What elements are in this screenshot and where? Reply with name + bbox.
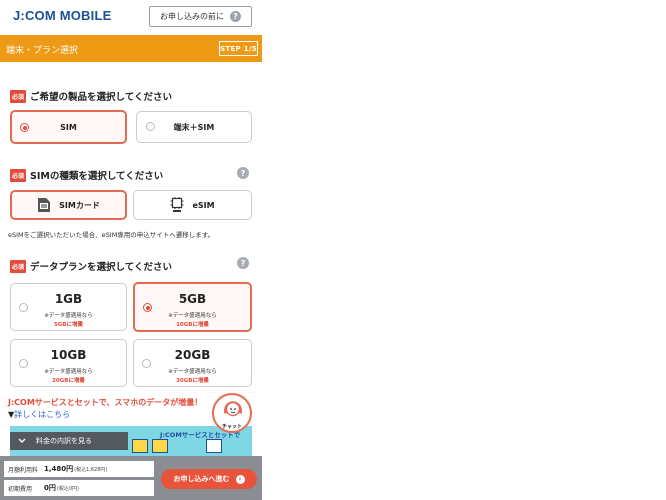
product-option-sim[interactable]: SIM <box>10 110 127 144</box>
required-badge: 必須 <box>10 259 27 273</box>
required-badge: 必須 <box>10 168 27 182</box>
esim-chip-icon <box>170 197 184 212</box>
plan-gb: 20GB <box>174 348 211 362</box>
radio-selected-icon[interactable] <box>20 123 29 132</box>
sim-option-card[interactable]: SIMカード <box>10 190 127 220</box>
plan-upgrade: 30GBに増量 <box>176 378 209 384</box>
plan-option-20gb[interactable]: 20GB ※データ盛適用なら 30GBに増量 <box>133 339 252 387</box>
plan-gb: 5GB <box>178 292 207 306</box>
proceed-label: お申し込みへ進む <box>173 475 230 483</box>
plan-upgrade: 10GBに増量 <box>176 322 209 328</box>
esim-option-card[interactable]: eSIM <box>133 190 252 220</box>
sim-type-question-text: SIMの種類を選択してください <box>30 171 164 182</box>
step-bar: 端末・プラン選択 STEP 1/5 <box>0 35 262 62</box>
before-apply-label: お申し込みの前に <box>160 12 224 21</box>
product-option-label: 端末＋SIM <box>173 122 215 132</box>
details-link-label: 詳しくはこちら <box>14 410 71 419</box>
plan-option-1gb[interactable]: 1GB ※データ盛適用なら 5GBに増量 <box>10 283 127 331</box>
required-badge: 必須 <box>10 89 27 103</box>
app-screen: J:COM MOBILE お申し込みの前に ? 端末・プラン選択 STEP 1/… <box>0 0 262 500</box>
plan-question: 必須 データプランを選択してください <box>10 259 172 273</box>
question-icon: ? <box>230 11 241 22</box>
plan-sub: ※データ盛適用なら <box>168 313 217 319</box>
arrow-right-icon: › <box>235 474 245 484</box>
banner-tile <box>206 439 222 453</box>
monthly-fee-tax: (税込1,628円) <box>74 466 108 473</box>
before-apply-button[interactable]: お申し込みの前に ? <box>149 6 252 27</box>
plan-option-10gb[interactable]: 10GB ※データ盛適用なら 20GBに増量 <box>10 339 127 387</box>
jcom-mobile-logo[interactable]: J:COM MOBILE <box>13 8 111 23</box>
initial-fee-tax: (税込0円) <box>56 485 79 492</box>
help-icon[interactable]: ? <box>237 257 249 269</box>
promo-text: J:COMサービスとセットで、スマホのデータが増量！ <box>8 398 203 407</box>
chat-label: チャット <box>222 424 242 430</box>
banner-tile <box>132 439 148 453</box>
product-option-device-sim[interactable]: 端末＋SIM <box>136 111 252 143</box>
plan-sub: ※データ盛適用なら <box>168 369 217 375</box>
radio-unselected-icon[interactable] <box>146 122 155 131</box>
chat-button[interactable]: チャット <box>212 393 252 433</box>
esim-note: eSIMをご選択いただいた場合、eSIM専用の申込サイトへ遷移します。 <box>8 231 215 239</box>
step-indicator: STEP 1/5 <box>219 41 258 56</box>
initial-fee-row: 初期費用 0円 (税込0円) <box>4 480 154 496</box>
plan-gb: 10GB <box>50 348 87 362</box>
plan-question-text: データプランを選択してください <box>30 262 172 273</box>
product-question: 必須 ご希望の製品を選択してください <box>10 89 172 103</box>
sim-option-label: SIMカード <box>59 200 100 210</box>
proceed-button[interactable]: お申し込みへ進む › <box>161 469 257 489</box>
plan-gb: 1GB <box>54 292 83 306</box>
product-option-label: SIM <box>60 122 77 132</box>
fee-breakdown-toggle[interactable]: 料金の内訳を見る <box>10 432 128 450</box>
step-title: 端末・プラン選択 <box>6 46 79 56</box>
chevron-down-icon <box>18 438 26 443</box>
monthly-fee-value: 1,480円 <box>44 465 74 473</box>
sim-type-question: 必須 SIMの種類を選択してください <box>10 168 163 182</box>
chat-operator-icon <box>224 401 242 417</box>
details-link[interactable]: ▼詳しくはこちら <box>8 409 70 420</box>
initial-fee-value: 0円 <box>44 484 56 492</box>
plan-option-5gb[interactable]: 5GB ※データ盛適用なら 10GBに増量 <box>133 282 252 332</box>
plan-sub: ※データ盛適用なら <box>44 369 93 375</box>
plan-upgrade: 5GBに増量 <box>53 322 84 328</box>
initial-fee-label: 初期費用 <box>8 485 33 493</box>
fee-footer: 月額利用料 1,480円 (税込1,628円) 初期費用 0円 (税込0円) お… <box>0 456 262 500</box>
product-question-text: ご希望の製品を選択してください <box>30 92 172 103</box>
plan-upgrade: 20GBに増量 <box>52 378 85 384</box>
monthly-fee-row: 月額利用料 1,480円 (税込1,628円) <box>4 461 154 477</box>
header: J:COM MOBILE お申し込みの前に ? <box>0 0 262 34</box>
monthly-fee-label: 月額利用料 <box>8 466 39 474</box>
plan-sub: ※データ盛適用なら <box>44 313 93 319</box>
banner-tile <box>152 439 168 453</box>
help-icon[interactable]: ? <box>237 167 249 179</box>
sim-card-icon <box>38 198 51 212</box>
fee-breakdown-label: 料金の内訳を見る <box>36 437 92 445</box>
esim-option-label: eSIM <box>192 200 215 210</box>
